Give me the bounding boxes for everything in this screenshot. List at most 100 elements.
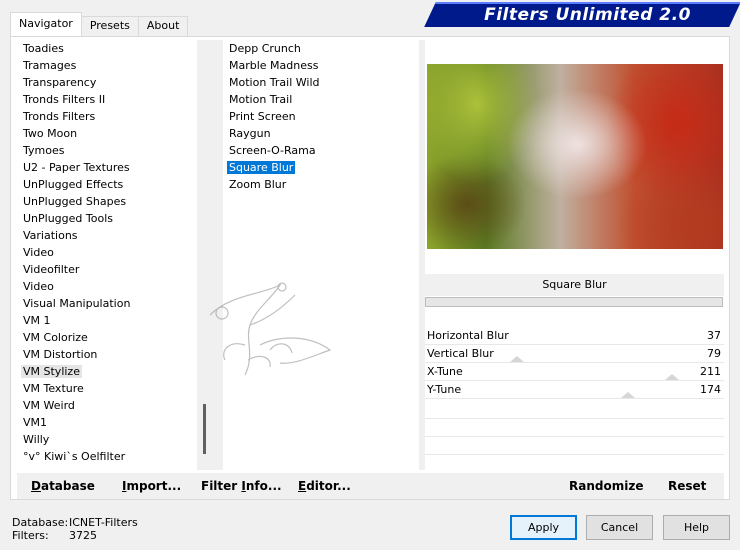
list-item[interactable]: Print Screen	[223, 108, 419, 125]
category-list[interactable]: Toadies Tramages Transparency Tronds Filter…	[17, 40, 197, 470]
param-value: 37	[707, 329, 721, 342]
progress-bar	[425, 297, 723, 307]
cancel-button[interactable]: Cancel	[586, 515, 653, 540]
gutter	[213, 40, 223, 470]
scroll-thumb[interactable]	[203, 404, 206, 454]
database-value: ICNET-Filters	[69, 516, 138, 529]
list-item[interactable]: VM 1	[17, 312, 197, 329]
list-item-label: Tymoes	[23, 144, 65, 157]
parameter-list: Horizontal Blur 37 Vertical Blur 79 X-Tu…	[425, 327, 724, 399]
list-item[interactable]: Tronds Filters II	[17, 91, 197, 108]
list-item-label: Visual Manipulation	[23, 297, 131, 310]
param-value: 174	[700, 383, 721, 396]
list-item[interactable]: Video	[17, 278, 197, 295]
list-item-label: VM Colorize	[23, 331, 88, 344]
param-value: 211	[700, 365, 721, 378]
list-item[interactable]: Screen-O-Rama	[223, 142, 419, 159]
list-item-label: VM1	[23, 416, 48, 429]
list-item[interactable]: Marble Madness	[223, 57, 419, 74]
tab-about[interactable]: About	[137, 16, 189, 36]
slider-thumb[interactable]	[621, 392, 635, 398]
list-item-label: Video	[23, 280, 54, 293]
slider-thumb[interactable]	[665, 374, 679, 380]
app-title: Filters Unlimited 2.0	[484, 5, 691, 25]
list-item[interactable]: VM Texture	[17, 380, 197, 397]
import-button[interactable]: Import...	[122, 479, 181, 493]
list-item[interactable]: Videofilter	[17, 261, 197, 278]
list-item-label: Video	[23, 246, 54, 259]
list-item-label: Tronds Filters	[23, 110, 96, 123]
param-label: Vertical Blur	[427, 347, 494, 360]
list-item-label: Print Screen	[229, 110, 296, 123]
slider-thumb[interactable]	[510, 356, 524, 362]
list-item[interactable]: UnPlugged Shapes	[17, 193, 197, 210]
param-row[interactable]: Y-Tune 174	[425, 381, 724, 399]
list-item-label: VM Weird	[23, 399, 75, 412]
filter-list[interactable]: Depp Crunch Marble Madness Motion Trail Wi…	[223, 40, 419, 470]
category-scrollbar[interactable]	[197, 40, 213, 470]
list-item-label: UnPlugged Effects	[23, 178, 124, 191]
list-item[interactable]: Tymoes	[17, 142, 197, 159]
tab-presets[interactable]: Presets	[80, 16, 139, 36]
list-item[interactable]: Motion Trail	[223, 91, 419, 108]
preview-image	[427, 64, 723, 249]
list-item[interactable]: Motion Trail Wild	[223, 74, 419, 91]
list-item[interactable]: Raygun	[223, 125, 419, 142]
status-area: Database: ICNET-Filters Filters: 3725	[12, 516, 138, 542]
list-item[interactable]: Video	[17, 244, 197, 261]
list-item[interactable]: Tronds Filters	[17, 108, 197, 125]
list-item[interactable]: Visual Manipulation	[17, 295, 197, 312]
param-row[interactable]: Vertical Blur 79	[425, 345, 724, 363]
param-row[interactable]: X-Tune 211	[425, 363, 724, 381]
list-item[interactable]: Zoom Blur	[223, 176, 419, 193]
help-button[interactable]: Help	[663, 515, 730, 540]
filters-label: Filters:	[12, 529, 49, 542]
list-item[interactable]: Two Moon	[17, 125, 197, 142]
list-item[interactable]: VM Distortion	[17, 346, 197, 363]
list-item[interactable]: VM Stylize	[17, 363, 197, 380]
list-item-label: Videofilter	[23, 263, 80, 276]
list-item[interactable]: Willy	[17, 431, 197, 448]
param-label: Y-Tune	[427, 383, 462, 396]
list-item[interactable]: UnPlugged Tools	[17, 210, 197, 227]
list-item-label: Raygun	[229, 127, 271, 140]
reset-button[interactable]: Reset	[668, 479, 706, 493]
editor-button[interactable]: Editor...	[298, 479, 351, 493]
list-item-label: Screen-O-Rama	[229, 144, 316, 157]
list-item[interactable]: VM Weird	[17, 397, 197, 414]
list-item[interactable]: Transparency	[17, 74, 197, 91]
list-item[interactable]: Toadies	[17, 40, 197, 57]
list-item-label: VM Texture	[23, 382, 84, 395]
list-item[interactable]: UnPlugged Effects	[17, 176, 197, 193]
list-item-label: Transparency	[23, 76, 97, 89]
database-button[interactable]: Database	[31, 479, 95, 493]
list-item-label: Zoom Blur	[229, 178, 287, 191]
filters-count: 3725	[69, 529, 97, 542]
divider	[425, 436, 724, 437]
database-label: Database:	[12, 516, 69, 529]
list-item[interactable]: U2 - Paper Textures	[17, 159, 197, 176]
filter-info-button[interactable]: Filter Info...	[201, 479, 282, 493]
param-label: Horizontal Blur	[427, 329, 509, 342]
list-item-label: VM 1	[23, 314, 51, 327]
list-item[interactable]: Square Blur	[223, 159, 419, 176]
list-item-label: Depp Crunch	[229, 42, 301, 55]
list-item[interactable]: VM1	[17, 414, 197, 431]
apply-button[interactable]: Apply	[510, 515, 577, 540]
list-item-label: Square Blur	[227, 161, 296, 174]
list-item[interactable]: VM Colorize	[17, 329, 197, 346]
divider	[425, 418, 724, 419]
list-item-label: Willy	[23, 433, 50, 446]
list-item[interactable]: Variations	[17, 227, 197, 244]
divider	[425, 454, 724, 455]
list-item[interactable]: °v° Kiwi`s Oelfilter	[17, 448, 197, 465]
param-row[interactable]: Horizontal Blur 37	[425, 327, 724, 345]
list-item-label: VM Stylize	[21, 365, 82, 378]
tab-navigator[interactable]: Navigator	[10, 12, 82, 36]
randomize-button[interactable]: Randomize	[569, 479, 643, 493]
list-item-label: UnPlugged Shapes	[23, 195, 127, 208]
param-label: X-Tune	[427, 365, 463, 378]
filter-name-label: Square Blur	[425, 274, 724, 296]
list-item[interactable]: Tramages	[17, 57, 197, 74]
list-item[interactable]: Depp Crunch	[223, 40, 419, 57]
